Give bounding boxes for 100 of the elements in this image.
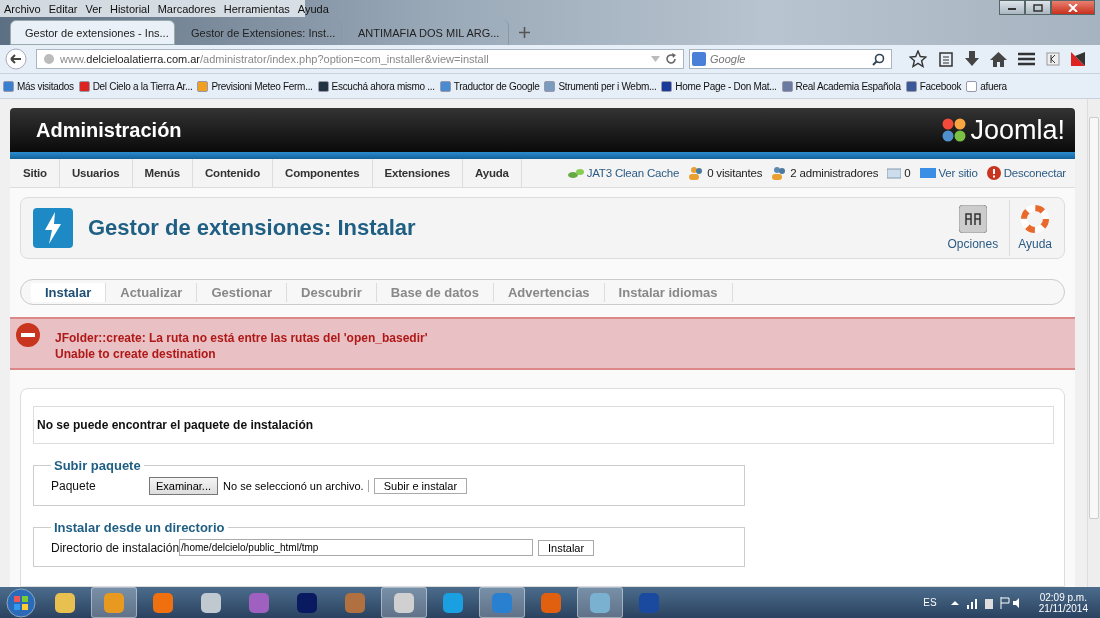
nav-menu-item[interactable]: Sitio <box>10 159 60 187</box>
menu-item[interactable]: Editar <box>48 3 78 15</box>
page-title: Gestor de extensiones: Instalar <box>88 215 416 241</box>
lightning-icon <box>33 208 73 248</box>
admin-title: Administración <box>36 118 182 142</box>
browse-button[interactable]: Examinar... <box>149 477 219 495</box>
bookmark[interactable]: Home Page - Don Mat... <box>661 80 777 92</box>
bookmark[interactable]: afuera <box>966 80 1007 92</box>
bookmark[interactable]: Previsioni Meteo Ferm... <box>197 80 313 92</box>
app-icon <box>539 590 563 615</box>
nav-menu-item[interactable]: Contenido <box>192 159 274 187</box>
minus-circle-icon <box>16 323 40 347</box>
app-icon <box>392 590 416 615</box>
status-text: 2 administradores <box>790 167 879 179</box>
message-text: No se puede encontrar el paquete de instalación <box>37 418 314 432</box>
users-icon <box>688 166 705 180</box>
bookmark[interactable]: Strumenti per i Webm... <box>544 80 657 92</box>
app-icon <box>295 590 319 615</box>
back-icon[interactable] <box>5 48 27 70</box>
logo-text: Joomla! <box>970 114 1065 146</box>
star-icon[interactable] <box>909 50 927 68</box>
menu-item[interactable]: Marcadores <box>157 3 216 15</box>
install-button[interactable]: Instalar <box>538 539 595 556</box>
subtab[interactable]: Instalar <box>31 282 107 302</box>
nav-menu-item[interactable]: Menús <box>132 159 193 187</box>
nav-menu-item[interactable]: Usuarios <box>59 159 133 187</box>
clock-date: 21/11/2014 <box>1038 602 1088 614</box>
extension-icon[interactable] <box>1046 52 1060 66</box>
error-text: JFolder::create: La ruta no está entre las rutas del 'open_basedir' <box>55 331 428 345</box>
status-link[interactable]: Ver sitio <box>938 167 978 179</box>
bookmark[interactable]: Del Cielo a la Tierra Ar... <box>78 80 193 92</box>
directory-field[interactable]: /home/delcielo/public_html/tmp <box>179 539 534 556</box>
nav-menu-item[interactable]: Ayuda <box>463 159 522 187</box>
upload-button[interactable]: Subir e instalar <box>373 478 468 494</box>
bookmark[interactable]: Escuchá ahora mismo ... <box>317 80 435 92</box>
alert-icon <box>986 166 1001 180</box>
field-label: Directorio de instalación <box>51 540 180 555</box>
close-icon <box>1068 3 1078 12</box>
status-text: 0 <box>904 167 911 179</box>
app-icon <box>343 590 367 615</box>
bookmark[interactable]: Traductor de Google <box>439 80 540 92</box>
taskbar-app[interactable] <box>479 587 525 618</box>
home-icon[interactable] <box>990 51 1007 67</box>
start-button[interactable] <box>3 587 39 618</box>
taskbar-app[interactable] <box>91 587 137 618</box>
nav-menu-item[interactable]: Componentes <box>273 159 373 187</box>
app-icon <box>637 590 661 615</box>
app-icon <box>588 590 612 615</box>
toolbar-button[interactable]: Ayuda <box>1009 200 1058 256</box>
download-icon[interactable] <box>965 51 979 67</box>
maximize-button[interactable] <box>1025 0 1051 15</box>
tray-icons-drawing[interactable] <box>950 596 1021 609</box>
nav-menu-item[interactable]: Extensiones <box>372 159 464 187</box>
browser-tab[interactable]: Gestor de extensiones - Ins... <box>10 20 175 45</box>
logo-icon <box>941 117 968 143</box>
taskbar-app[interactable] <box>381 587 427 618</box>
menu-icon[interactable] <box>1018 52 1035 66</box>
app-icon <box>102 590 126 615</box>
app-icon <box>490 590 514 615</box>
menu-item[interactable]: Herramientas <box>223 3 290 15</box>
fieldset-legend: Instalar desde un directorio <box>51 520 228 535</box>
menu-item[interactable]: Archivo <box>4 3 41 15</box>
lifebuoy-icon <box>1021 205 1050 233</box>
bookmark[interactable]: Real Academia Española <box>781 80 901 92</box>
app-icon <box>53 590 77 615</box>
status-text: 0 visitantes <box>707 167 763 179</box>
app-icon <box>247 590 271 615</box>
app-icon <box>199 590 223 615</box>
taskbar-app[interactable] <box>577 587 623 618</box>
file-status: No se seleccionó un archivo. <box>223 480 369 492</box>
field-label: Paquete <box>51 479 97 493</box>
menu-item[interactable]: Ayuda <box>297 3 329 15</box>
app-icon <box>151 590 175 615</box>
app-icon <box>441 590 465 615</box>
minimize-button[interactable] <box>999 0 1025 15</box>
maximize-icon <box>1033 3 1043 12</box>
bookmark[interactable]: Más visitados <box>3 80 74 92</box>
clock-time: 02:09 p.m. <box>1039 591 1087 603</box>
search-bar[interactable]: Google <box>689 49 892 69</box>
search-icon[interactable] <box>872 52 885 66</box>
scrollbar[interactable] <box>1087 99 1100 587</box>
language-indicator[interactable]: ES <box>923 597 937 608</box>
leaves-icon <box>567 166 584 180</box>
bookmark[interactable]: Facebook <box>905 80 962 92</box>
menu-item[interactable]: Ver <box>85 3 102 15</box>
toolbar-button[interactable]: Opciones <box>941 200 1005 256</box>
reload-icon[interactable] <box>665 53 677 65</box>
error-text: Unable to create destination <box>55 347 217 361</box>
fieldset-legend: Subir paquete <box>51 458 144 473</box>
switch-panel-icon <box>958 205 987 233</box>
screen-icon <box>919 167 936 179</box>
extension-icon[interactable] <box>1071 52 1085 66</box>
clipboard-icon[interactable] <box>938 51 954 67</box>
status-link[interactable]: JAT3 Clean Cache <box>586 167 680 179</box>
new-tab-icon[interactable] <box>519 27 530 38</box>
address-field[interactable]: www.delcieloalatierra.com.ar/administrator/index.php?option=com_installer&view=install <box>36 49 684 69</box>
menu-item[interactable]: Historial <box>109 3 150 15</box>
status-link[interactable]: Desconectar <box>1003 167 1066 179</box>
users-icon <box>771 166 788 180</box>
close-button[interactable] <box>1051 0 1095 15</box>
